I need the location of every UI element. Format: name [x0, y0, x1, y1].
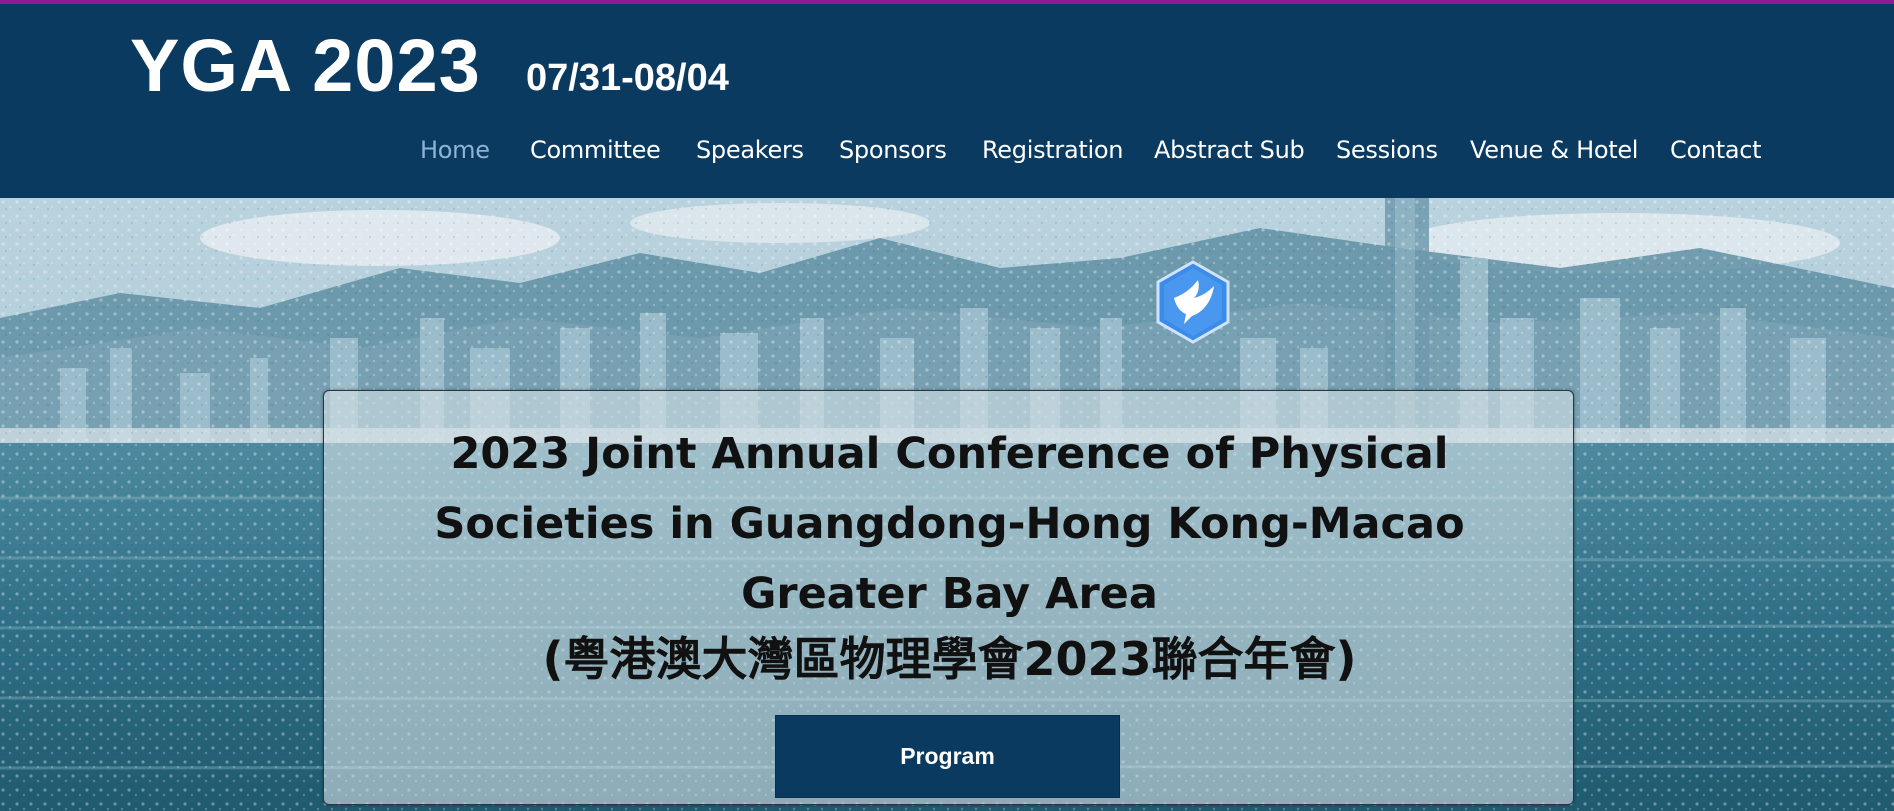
dove-icon[interactable] — [1154, 260, 1232, 344]
nav-sessions[interactable]: Sessions — [1336, 130, 1438, 170]
conference-title: 2023 Joint Annual Conference of Physical… — [324, 419, 1575, 629]
nav-venue-hotel[interactable]: Venue & Hotel — [1470, 130, 1638, 170]
nav-committee[interactable]: Committee — [530, 130, 661, 170]
nav-registration[interactable]: Registration — [982, 130, 1123, 170]
program-button[interactable]: Program — [775, 715, 1120, 798]
conference-title-line-2: Societies in Guangdong-Hong Kong-Macao — [434, 499, 1465, 549]
nav-home[interactable]: Home — [420, 130, 490, 170]
conference-title-line-3: Greater Bay Area — [741, 569, 1158, 619]
site-header: YGA 2023 07/31-08/04 Home Committee Spea… — [0, 4, 1894, 198]
nav-sponsors[interactable]: Sponsors — [839, 130, 947, 170]
site-title[interactable]: YGA 2023 — [130, 26, 481, 106]
nav-speakers[interactable]: Speakers — [696, 130, 804, 170]
conference-info-card: 2023 Joint Annual Conference of Physical… — [323, 390, 1574, 805]
nav-abstract-sub[interactable]: Abstract Sub — [1154, 130, 1305, 170]
main-nav: Home Committee Speakers Sponsors Registr… — [0, 130, 1894, 170]
conference-title-line-1: 2023 Joint Annual Conference of Physical — [450, 429, 1449, 479]
conference-dates: 07/31-08/04 — [526, 57, 729, 99]
nav-contact[interactable]: Contact — [1670, 130, 1762, 170]
conference-title-chinese: (粤港澳大灣區物理學會2023聯合年會) — [542, 632, 1357, 686]
